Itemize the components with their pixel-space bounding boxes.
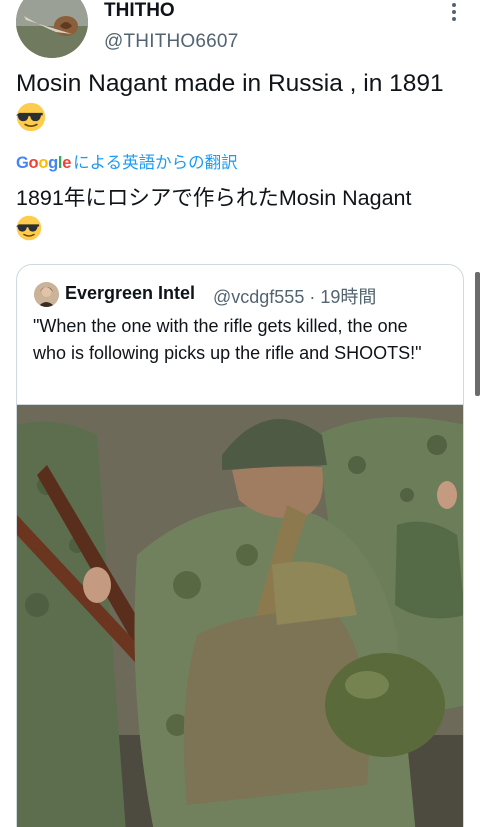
google-translation-attribution[interactable]: Google による英語からの翻訳 <box>16 149 238 173</box>
photo-icon <box>17 405 463 827</box>
quoted-author-avatar[interactable] <box>34 282 59 307</box>
author-avatar[interactable] <box>16 0 88 58</box>
google-logo-letter: o <box>38 154 49 172</box>
author-handle[interactable]: @THITHO6607 <box>104 31 238 53</box>
tweet-text: Mosin Nagant made in Russia , in 1891 <box>16 66 464 138</box>
google-logo-letter: o <box>28 154 39 172</box>
translated-text: 1891年にロシアで作られたMosin Nagant <box>16 183 464 245</box>
sunglasses-emoji-icon <box>16 215 42 241</box>
quoted-tweet-text: "When the one with the rifle gets killed… <box>33 316 422 363</box>
quoted-tweet-photo[interactable] <box>17 404 463 827</box>
translation-label[interactable]: による英語からの翻訳 <box>73 154 238 172</box>
quoted-tweet-card[interactable]: Evergreen Intel @vcdgf555 · 19時間 "When t… <box>16 264 464 827</box>
google-logo: Google <box>16 154 71 172</box>
meta-separator: · <box>309 287 316 307</box>
scrollbar-thumb[interactable] <box>475 272 480 396</box>
google-logo-letter: g <box>48 154 58 172</box>
google-logo-letter: e <box>62 154 72 172</box>
sunglasses-emoji-icon <box>16 102 46 132</box>
author-display-name[interactable]: THITHO <box>104 0 175 22</box>
translated-text-content: 1891年にロシアで作られたMosin Nagant <box>16 186 412 210</box>
quoted-author-name[interactable]: Evergreen Intel <box>65 283 195 304</box>
quoted-tweet-meta: @vcdgf555 · 19時間 <box>213 283 376 309</box>
quoted-tweet-time[interactable]: 19時間 <box>320 287 376 307</box>
quoted-author-handle[interactable]: @vcdgf555 <box>213 287 304 307</box>
google-logo-letter: G <box>16 154 29 172</box>
tweet-text-content: Mosin Nagant made in Russia , in 1891 <box>16 70 444 97</box>
more-options-icon[interactable] <box>446 0 462 24</box>
